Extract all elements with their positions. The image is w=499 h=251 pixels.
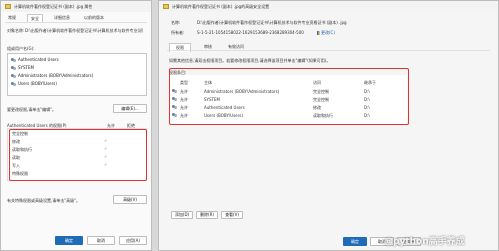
remove-button[interactable]: 删除(R) [196,211,218,219]
users-icon [11,65,16,70]
add-button[interactable]: 添加(D) [171,211,193,219]
apply-button[interactable]: 应用(A) [119,236,147,245]
edit-hint: 要更改权限,请单击"编辑"。 [7,107,56,112]
owner-value: S-1-5-21-1054158022-1629153689-236828930… [197,30,304,35]
list-item[interactable]: Users (BOBY\Users) [11,81,57,86]
image-file-icon [163,4,169,9]
advanced-security-title: 计算机软件著作权登记证书 (副本) .jpg的高级安全设置 [172,3,270,9]
tab-auditing[interactable]: 审核 [201,43,215,52]
tab-permissions[interactable]: 权限 [169,43,191,52]
cancel-button[interactable]: 取消 [87,236,115,245]
ok-button[interactable]: 确定 [343,237,367,246]
group-user-list[interactable]: Authenticated Users SYSTEM Administrator… [7,53,147,96]
advanced-security-window: 计算机软件著作权登记证书 (副本) .jpg的高级安全设置 名称: D:\出版作… [158,0,499,251]
special-permission-hint: 有关特殊权限或高级设置,请单击"高级"。 [7,198,80,203]
group-or-user-label: 组或用户名(G): [7,46,35,51]
ok-button[interactable]: 确定 [55,236,83,245]
image-file-icon [5,4,11,9]
users-icon [11,73,16,78]
properties-titlebar: 计算机软件著作权登记证书 (副本) .jpg 属性 [1,1,151,12]
list-item[interactable]: SYSTEM [11,65,34,70]
tab-divider [167,50,490,51]
permission-entries-highlight [169,68,409,125]
shield-icon [317,31,320,35]
advanced-button[interactable]: 高级(V) [113,195,147,204]
tab-effective-access[interactable]: 有效访问 [225,43,247,52]
change-owner-link[interactable]: 更改(C) [317,30,335,36]
advanced-tabs: 权限 审核 有效访问 [169,43,247,52]
owner-label: 所有者: [171,30,185,35]
properties-title: 计算机软件著作权登记证书 (副本) .jpg 属性 [14,3,93,9]
list-item[interactable]: Authenticated Users [11,57,59,62]
view-button[interactable]: 查看(V) [221,211,243,219]
watermark: @python高手养成 [384,237,465,247]
permissions-highlight [9,129,147,181]
info-text: 如需其他信息,请双击权限项目。若要修改权限项目,请选择该项目并单击"编辑"(如果… [169,58,331,63]
advanced-security-titlebar: 计算机软件著作权登记证书 (副本) .jpg的高级安全设置 [159,1,498,12]
object-name-label: 对象名称: [7,28,25,33]
object-name-value: D:\出版作者\计算机软件著作权登记证书\计算机技术与软件专业(初 [25,28,144,33]
name-label: 名称: [171,20,181,25]
users-icon [11,57,16,62]
users-icon [11,81,16,86]
name-value: D:\出版作者\计算机软件著作权登记证书\计算机技术与软件专业资格证书 (副本)… [197,20,347,25]
tab-divider [5,22,147,23]
list-item[interactable]: Administrators (BOBY\Administrators) [11,73,93,78]
edit-button[interactable]: 编辑(E)... [113,104,147,113]
properties-window: 计算机软件著作权登记证书 (副本) .jpg 属性 常规 安全 详细信息 以前的… [0,0,152,251]
